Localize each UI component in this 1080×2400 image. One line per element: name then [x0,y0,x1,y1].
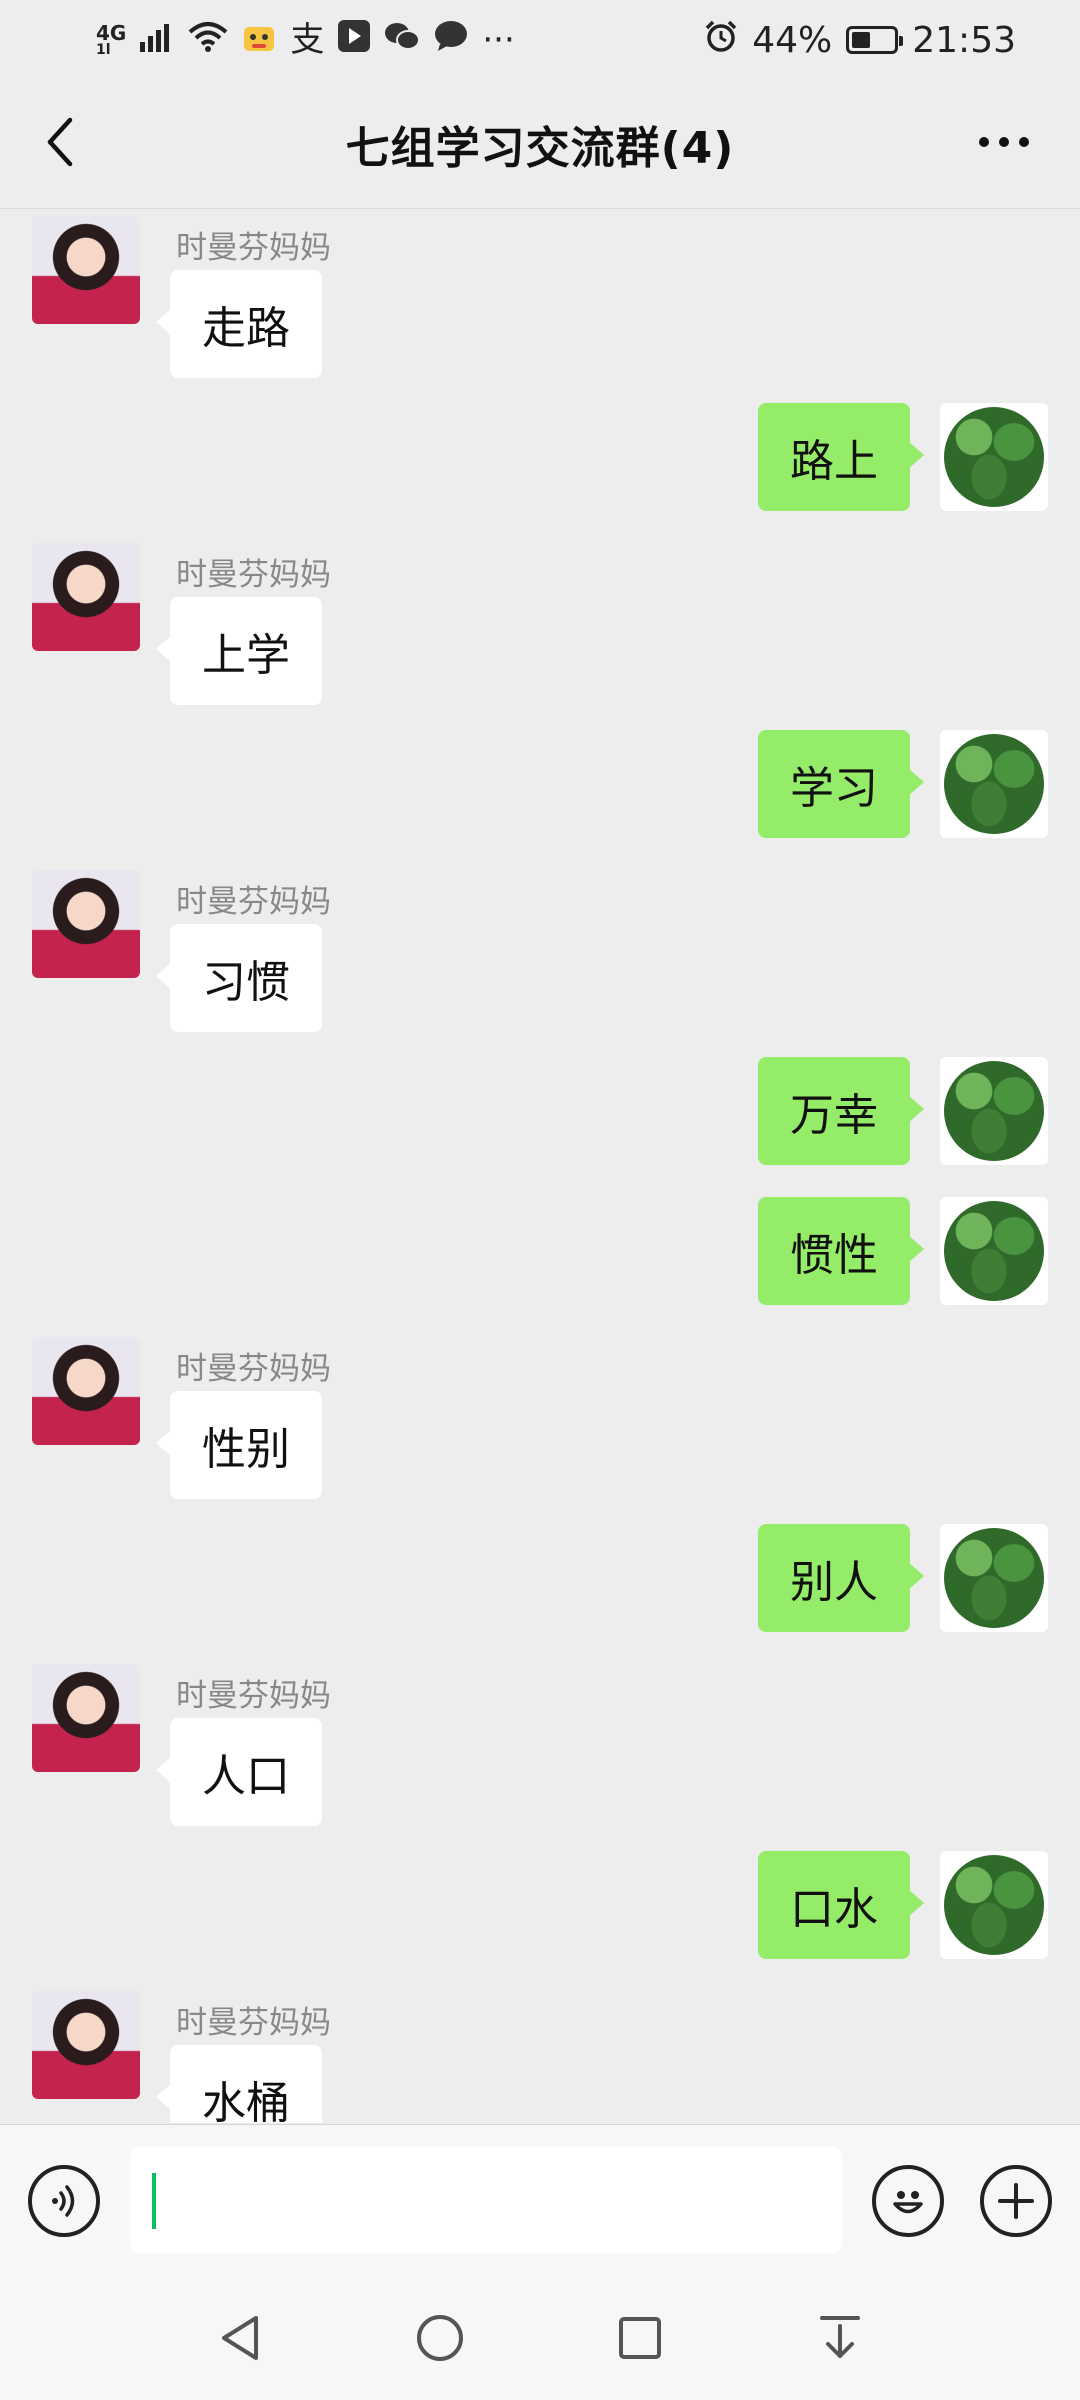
message-item: 时曼芬妈妈 习惯 [0,870,1080,1032]
nav-notification-button[interactable] [804,2302,876,2374]
message-item: 学习 [0,730,1080,838]
voice-button[interactable] [28,2165,100,2237]
message-item: 时曼芬妈妈 性别 [0,1337,1080,1499]
emoji-button[interactable] [872,2165,944,2237]
chat-title: 七组学习交流群(4) [345,123,735,174]
message-item: 惯性 [0,1197,1080,1305]
message-bubble[interactable]: 学习 [758,730,924,838]
message-item: 口水 [0,1851,1080,1959]
avatar-image [944,1528,1044,1628]
message-input[interactable] [130,2147,842,2253]
nav-home-button[interactable] [404,2302,476,2374]
input-bar [0,2124,1080,2277]
avatar[interactable] [32,1991,140,2099]
message-bubble[interactable]: 惯性 [758,1197,924,1305]
message-bubble[interactable]: 别人 [758,1524,924,1632]
network-type: 4G [96,21,127,45]
message-bubble[interactable]: 水桶 [156,2045,322,2123]
status-right: 44% 21:53 [704,19,1016,62]
emoji-icon [893,2191,923,2214]
more-notifications: ··· [482,20,515,60]
message-bubble[interactable]: 上学 [156,597,322,705]
message-bubble[interactable]: 口水 [758,1851,924,1959]
signal-icon [140,20,174,61]
status-bar: 4G 1l 支 ··· 44% 21:53 [0,0,1080,80]
avatar[interactable] [940,1524,1048,1632]
nav-recents-button[interactable] [604,2302,676,2374]
battery-percent: 44% [752,19,833,61]
message-bubble[interactable]: 习惯 [156,924,322,1032]
message-item: 万幸 [0,1057,1080,1165]
avatar[interactable] [32,870,140,978]
text-caret [152,2173,156,2229]
avatar[interactable] [940,1197,1048,1305]
wifi-icon [188,20,228,61]
plus-icon [998,2183,1034,2219]
avatar[interactable] [32,1337,140,1445]
message-bubble[interactable]: 路上 [758,403,924,511]
avatar-image [944,1201,1044,1301]
chat-header: 七组学习交流群(4) [0,80,1080,209]
sender-name: 时曼芬妈妈 [176,1678,331,1714]
avatar-image [944,1855,1044,1955]
sender-name: 时曼芬妈妈 [176,557,331,593]
battery-level [852,32,870,48]
message-item: 别人 [0,1524,1080,1632]
message-bubble[interactable]: 万幸 [758,1057,924,1165]
clock: 21:53 [912,19,1016,61]
nav-back-button[interactable] [204,2302,276,2374]
more-horizontal-icon [979,137,1029,147]
system-nav-bar [0,2276,1080,2400]
battery-icon [846,26,904,54]
avatar[interactable] [32,1664,140,1772]
message-item: 时曼芬妈妈 水桶 [0,1991,1080,2123]
chat-info-button[interactable] [964,110,1044,174]
message-item: 时曼芬妈妈 走路 [0,216,1080,378]
sender-name: 时曼芬妈妈 [176,1351,331,1387]
alipay-icon: 支 [290,20,325,60]
message-item: 时曼芬妈妈 人口 [0,1664,1080,1826]
avatar-image [944,1061,1044,1161]
avatar[interactable] [940,1057,1048,1165]
avatar[interactable] [32,543,140,651]
message-bubble[interactable]: 走路 [156,270,322,378]
home-circle-icon [417,2315,463,2361]
voice-icon [52,2185,75,2217]
back-triangle-icon [222,2316,258,2360]
status-left: 4G 1l 支 ··· [96,19,515,62]
message-bubble[interactable]: 性别 [156,1391,322,1499]
plus-button[interactable] [980,2165,1052,2237]
avatar-image [944,734,1044,834]
avatar-image [944,407,1044,507]
network-indicator: 4G 1l [96,23,126,57]
network-sub: 1l [96,42,111,58]
avatar[interactable] [940,730,1048,838]
wechat-icon [384,20,421,61]
paw-icon [242,19,276,62]
sender-name: 时曼芬妈妈 [176,230,331,266]
alarm-icon [704,19,738,62]
chevron-left-icon [47,117,73,167]
sender-name: 时曼芬妈妈 [176,2005,331,2041]
sender-name: 时曼芬妈妈 [176,884,331,920]
message-list[interactable]: 时曼芬妈妈 走路 路上 时曼芬妈妈 上学 学习 时曼芬妈妈 习惯 万幸 惯性 时… [0,209,1080,2123]
notification-pull-icon [820,2316,860,2358]
message-bubble[interactable]: 人口 [156,1718,322,1826]
chat-icon [434,20,468,61]
message-item: 路上 [0,403,1080,511]
recents-square-icon [619,2317,661,2359]
avatar[interactable] [940,1851,1048,1959]
avatar[interactable] [940,403,1048,511]
video-icon [338,19,371,61]
back-button[interactable] [28,110,92,174]
message-item: 时曼芬妈妈 上学 [0,543,1080,705]
avatar[interactable] [32,216,140,324]
